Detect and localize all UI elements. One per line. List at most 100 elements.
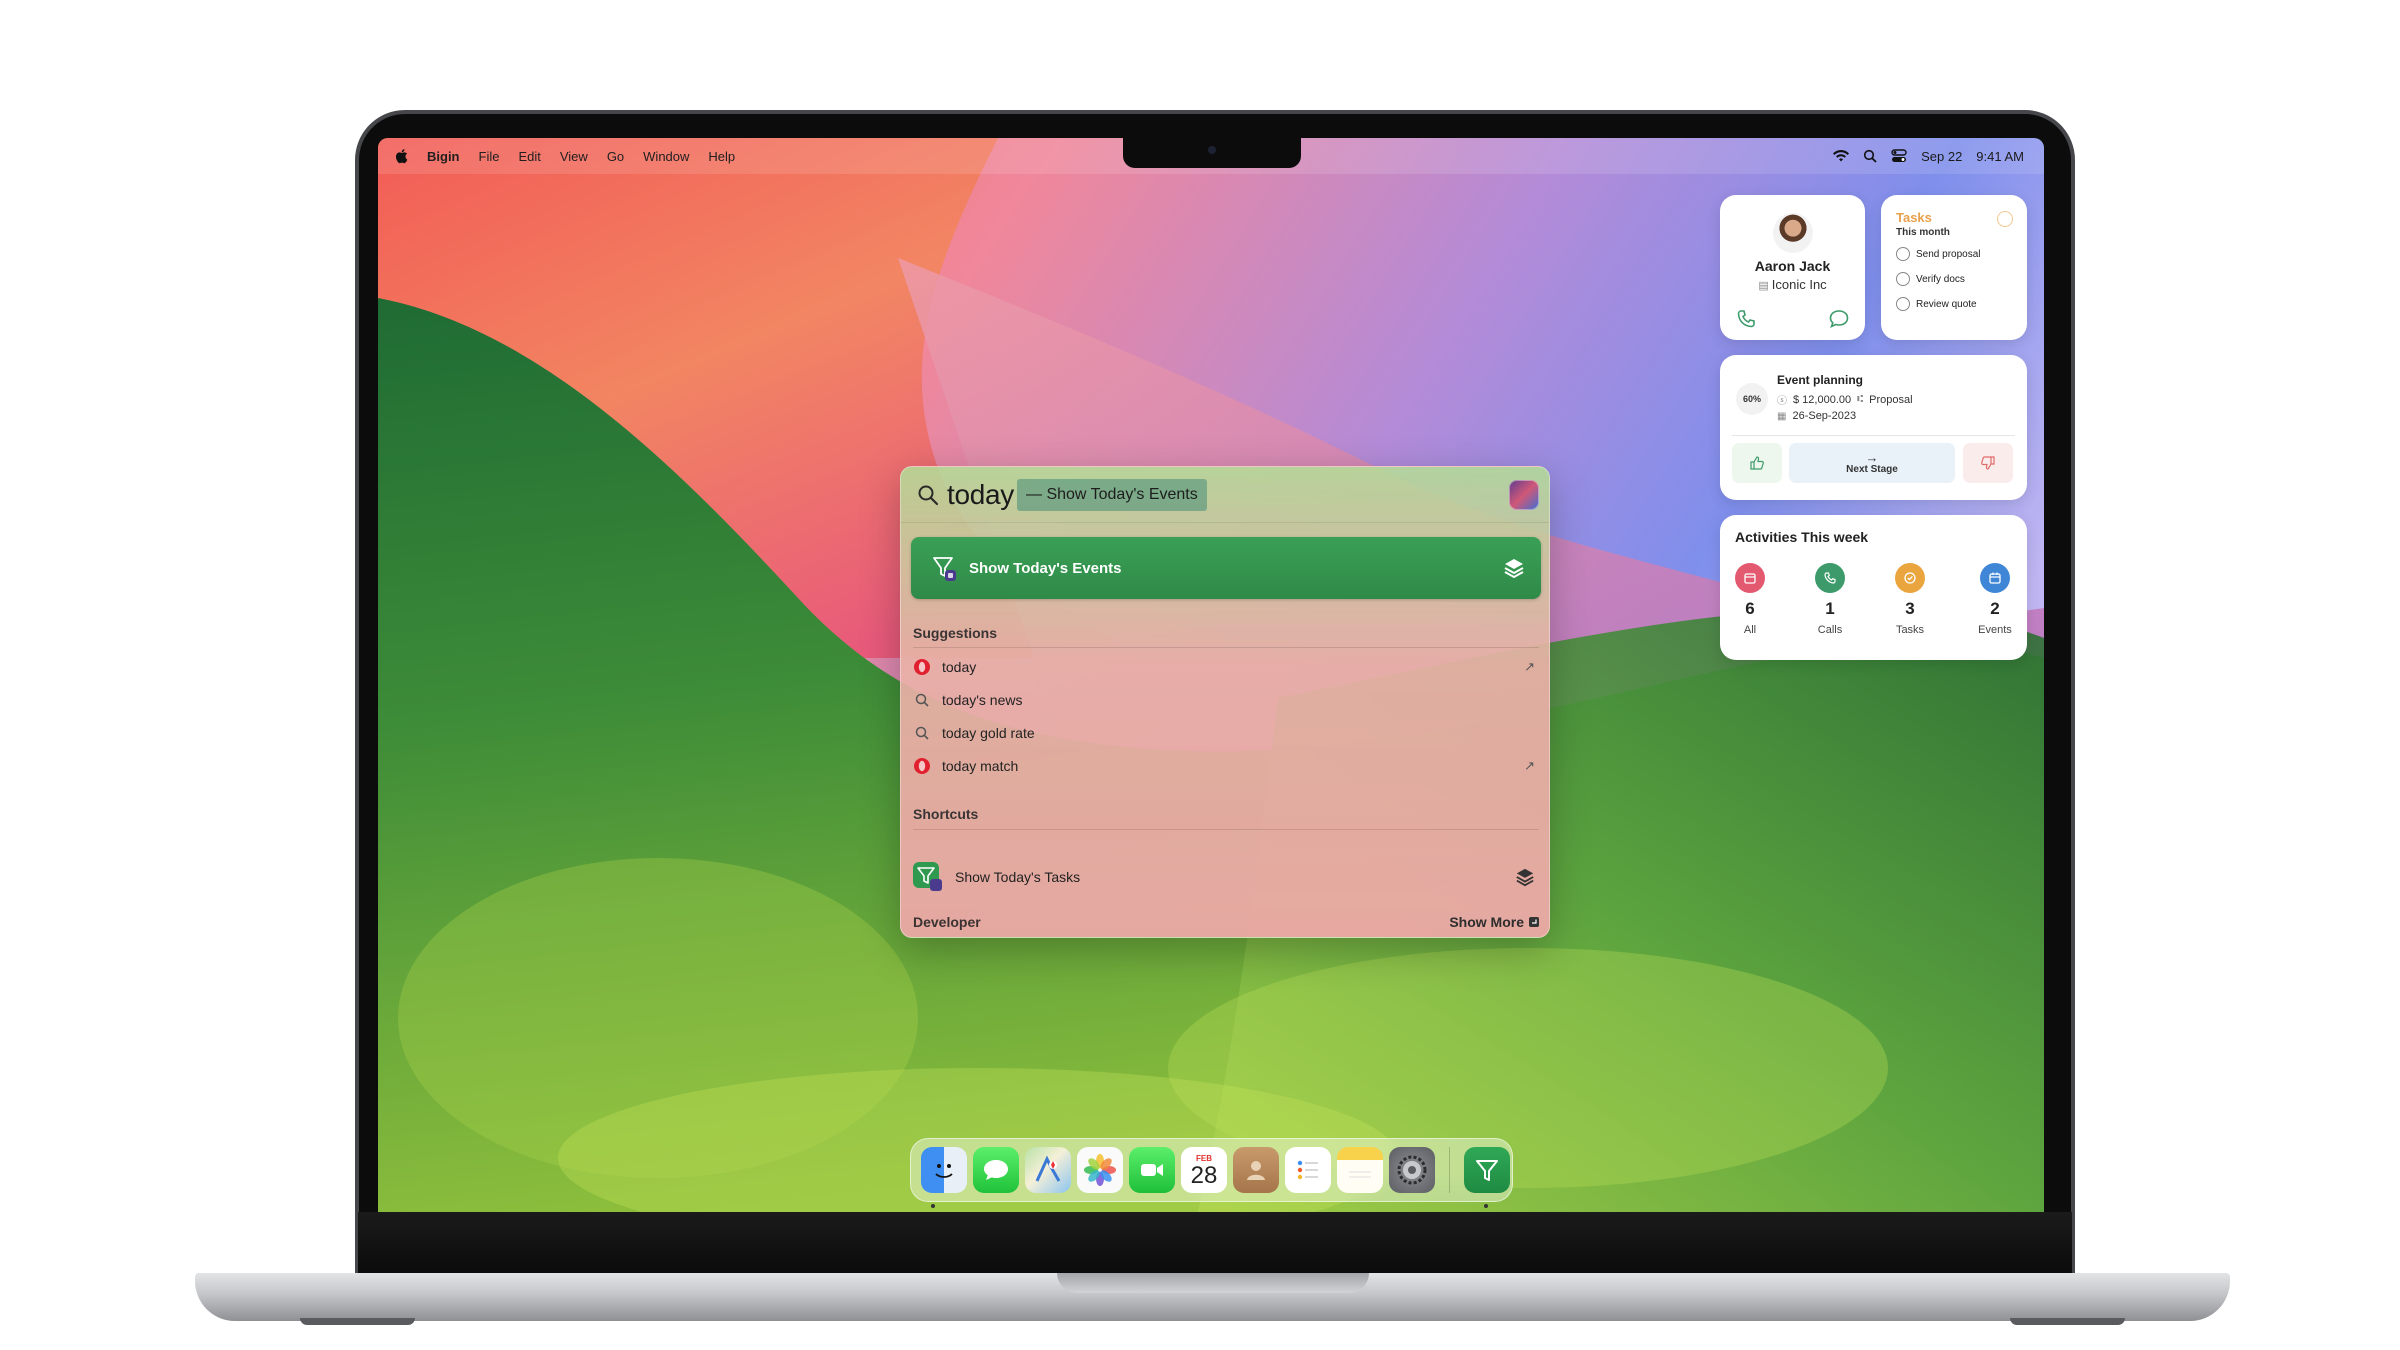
spotlight-query[interactable]: today [947,479,1014,511]
spotlight-panel: today — Show Today's Events Show Today's… [900,466,1550,938]
reminders-icon[interactable] [1285,1147,1331,1193]
activity-count: 1 [1825,599,1835,618]
show-more-button[interactable]: Show More [1449,914,1539,930]
camera-notch [1123,138,1301,168]
finder-icon[interactable] [921,1147,967,1193]
menu-file[interactable]: File [479,149,500,164]
suggestions-divider [913,647,1539,648]
thumbs-up-icon [1750,456,1764,470]
bigin-running-indicator [1484,1204,1488,1208]
activity-all[interactable]: 6 All [1720,563,1780,636]
contact-name: Aaron Jack [1754,258,1831,274]
task-item[interactable]: Review quote [1896,297,1977,311]
menu-bar: Bigin File Edit View Go Window Help Sep … [378,138,2044,174]
spotlight-footer: Developer Show More [913,907,1539,937]
laptop-hinge [358,1212,2072,1273]
suggestion-row[interactable]: today match ↗ [913,752,1539,780]
lost-button[interactable] [1963,443,2013,483]
deal-stage: Proposal [1869,393,1913,406]
spotlight-search-bar[interactable]: today — Show Today's Events [901,467,1549,523]
deal-widget[interactable]: 60% Event planning ⓢ $ 12,000.00 ⑆ Propo… [1720,355,2027,500]
return-key-icon [1529,917,1539,927]
menu-app-name[interactable]: Bigin [427,149,460,164]
activity-label: Events [1978,624,2012,636]
notes-icon[interactable] [1337,1147,1383,1193]
contact-company: ▤ Iconic Inc [1758,277,1827,292]
task-check-icon [1895,563,1925,593]
laptop-foot-left [300,1318,415,1325]
phone-icon [1815,563,1845,593]
menu-go[interactable]: Go [607,149,624,164]
thumbs-down-icon [1981,456,1995,470]
search-icon [915,726,929,740]
task-item[interactable]: Verify docs [1896,272,1965,286]
menu-date[interactable]: Sep 22 [1921,149,1962,164]
all-activities-icon [1735,563,1765,593]
activity-calls[interactable]: 1 Calls [1800,563,1860,636]
deal-date: 26-Sep-2023 [1792,410,1857,422]
dollar-icon: ⓢ [1777,396,1787,407]
control-center-icon[interactable] [1891,149,1907,163]
suggestion-row[interactable]: today gold rate [913,719,1539,747]
menu-window[interactable]: Window [643,149,689,164]
activity-tasks[interactable]: 3 Tasks [1880,563,1940,636]
tasks-title: Tasks [1896,210,1932,225]
apple-menu-icon[interactable] [394,148,408,164]
suggestions-heading: Suggestions [913,625,998,641]
task-item[interactable]: Send proposal [1896,247,1981,261]
laptop-foot-right [2010,1318,2125,1325]
wifi-icon[interactable] [1833,150,1850,162]
shortcut-label: Show Today's Tasks [955,869,1081,885]
spotlight-menu-icon[interactable] [1863,149,1877,163]
activity-events[interactable]: 2 Events [1965,563,2025,636]
next-stage-button[interactable]: → Next Stage [1789,443,1955,483]
shortcut-show-todays-tasks[interactable]: Show Today's Tasks [913,857,1539,897]
task-checkbox[interactable] [1896,297,1910,311]
activity-label: All [1743,624,1757,636]
menu-view[interactable]: View [560,149,588,164]
activities-title: Activities This week [1735,529,1869,545]
activity-count: 2 [1990,599,2000,618]
task-checkbox[interactable] [1896,272,1910,286]
arrow-right-icon: → [1865,449,1879,465]
shortcuts-heading: Shortcuts [913,806,979,822]
shortcuts-divider [913,829,1539,830]
maps-icon[interactable] [1025,1147,1071,1193]
activity-count: 6 [1745,599,1755,618]
suggestion-row[interactable]: today ↗ [913,653,1539,681]
shortcuts-app-icon[interactable] [1509,480,1539,510]
activity-label: Calls [1817,624,1843,636]
deal-amount-row: ⓢ $ 12,000.00 ⑆ Proposal [1777,392,1913,408]
won-button[interactable] [1732,443,1782,483]
laptop-opening-notch [1057,1273,1369,1293]
bigin-icon[interactable] [1464,1147,1510,1193]
contact-avatar [1773,213,1813,253]
activities-widget[interactable]: Activities This week 6 All 1 Calls 3 Tas… [1720,515,2027,660]
activity-count: 3 [1905,599,1915,618]
menu-edit[interactable]: Edit [518,149,540,164]
photos-icon[interactable] [1077,1147,1123,1193]
contacts-icon[interactable] [1233,1147,1279,1193]
calendar-icon: ▦ [1777,410,1787,422]
suggestion-row[interactable]: today's news [913,686,1539,714]
bigin-shortcut-icon [933,557,956,581]
activity-label: Tasks [1895,624,1925,636]
calendar-icon[interactable]: FEB 28 [1181,1147,1227,1193]
menu-time[interactable]: 9:41 AM [1976,149,2024,164]
top-hit-show-todays-events[interactable]: Show Today's Events [911,537,1541,599]
search-icon [915,693,929,707]
facetime-icon[interactable] [1129,1147,1175,1193]
suggestion-text: today's news [942,692,1023,708]
phone-icon[interactable] [1734,307,1758,331]
dock: FEB 28 [910,1138,1513,1202]
finder-running-indicator [931,1204,935,1208]
messages-icon[interactable] [973,1147,1019,1193]
spotlight-completion[interactable]: — Show Today's Events [1017,478,1207,511]
chat-icon[interactable] [1827,307,1851,331]
task-checkbox[interactable] [1896,247,1910,261]
open-arrow-icon: ↗ [1524,659,1535,674]
tasks-widget[interactable]: Tasks This month Send proposal Verify do… [1881,195,2027,340]
contact-widget[interactable]: Aaron Jack ▤ Iconic Inc [1720,195,1865,340]
menu-help[interactable]: Help [708,149,735,164]
system-settings-icon[interactable] [1389,1147,1435,1193]
